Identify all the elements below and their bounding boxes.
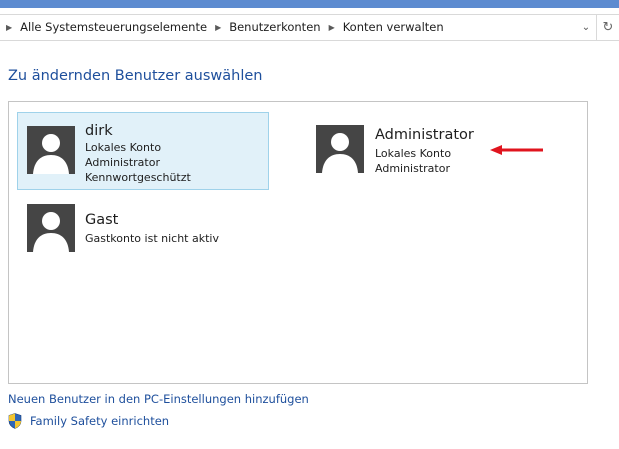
breadcrumb-item-systemsteuerung[interactable]: Alle Systemsteuerungselemente [18, 20, 209, 34]
breadcrumb-item-benutzerkonten[interactable]: Benutzerkonten [227, 20, 322, 34]
breadcrumb: ▶ Alle Systemsteuerungselemente ▶ Benutz… [4, 20, 446, 34]
breadcrumb-separator-icon[interactable]: ▶ [6, 23, 12, 32]
breadcrumb-separator-icon[interactable]: ▶ [215, 23, 221, 32]
account-type: Lokales Konto [375, 147, 452, 160]
account-type: Lokales Konto [85, 141, 162, 154]
account-password-status: Kennwortgeschützt [85, 171, 191, 184]
family-safety-link[interactable]: Family Safety einrichten [30, 414, 169, 428]
user-avatar-icon [316, 125, 364, 173]
uac-shield-icon [8, 413, 22, 429]
window-top-strip [0, 0, 619, 8]
breadcrumb-separator-icon[interactable]: ▶ [329, 23, 335, 32]
account-name: Administrator [375, 127, 474, 143]
user-avatar-icon [27, 126, 75, 174]
add-user-link[interactable]: Neuen Benutzer in den PC-Einstellungen h… [8, 392, 309, 406]
breadcrumb-item-konten-verwalten[interactable]: Konten verwalten [341, 20, 446, 34]
account-tile-gast[interactable]: Gast Gastkonto ist nicht aktiv [18, 197, 248, 255]
account-name: Gast [85, 212, 119, 228]
page-title: Zu ändernden Benutzer auswählen [8, 68, 263, 84]
account-role: Administrator [375, 162, 450, 175]
account-name: dirk [85, 123, 113, 139]
account-tile-administrator[interactable]: Administrator Lokales Konto Administrato… [309, 115, 519, 181]
account-role: Administrator [85, 156, 160, 169]
annotation-arrow-icon [490, 145, 543, 155]
account-tile-dirk[interactable]: dirk Lokales Konto Administrator Kennwor… [17, 112, 269, 190]
address-bar[interactable]: ▶ Alle Systemsteuerungselemente ▶ Benutz… [0, 14, 619, 41]
account-status: Gastkonto ist nicht aktiv [85, 232, 219, 245]
user-avatar-icon [27, 204, 75, 252]
chevron-down-icon[interactable]: ⌄ [576, 22, 596, 33]
refresh-icon[interactable]: ↻ [597, 20, 619, 35]
